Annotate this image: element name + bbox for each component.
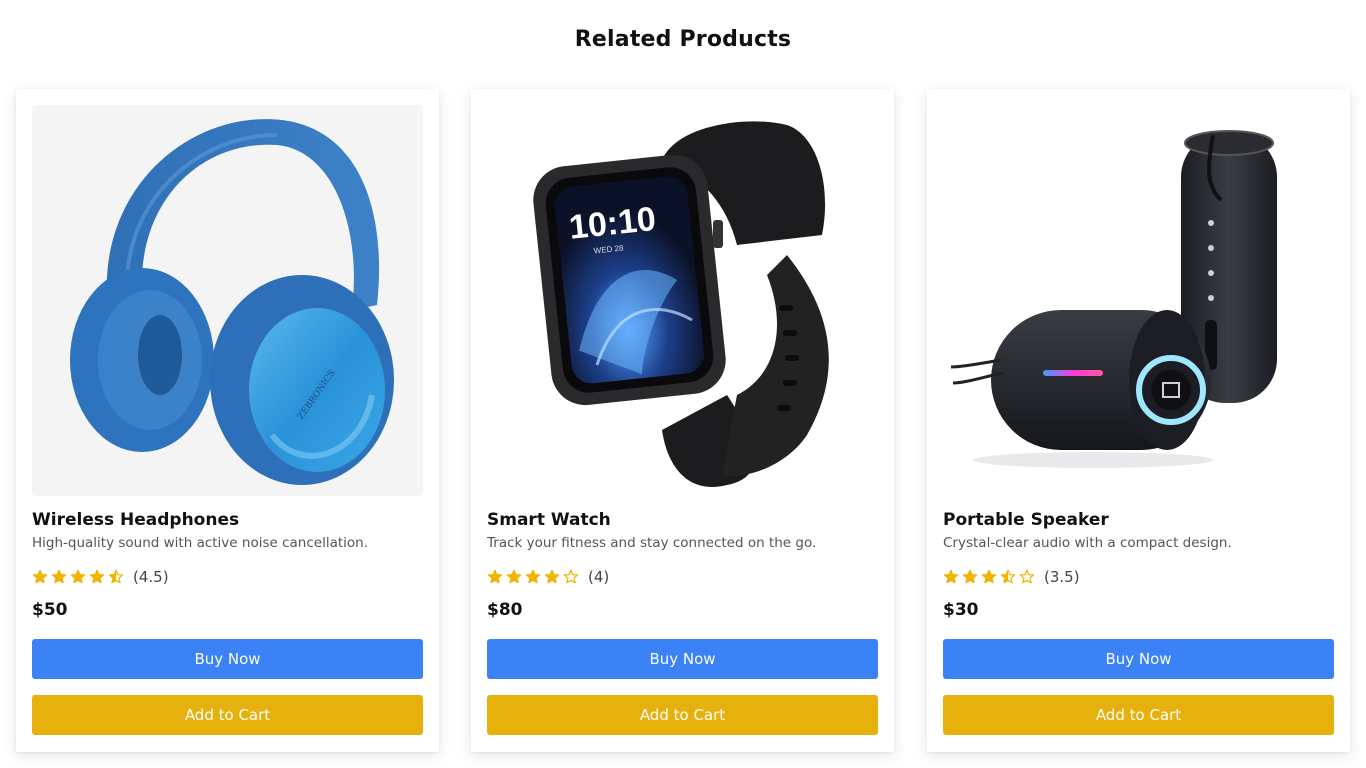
star-filled-icon <box>506 569 522 584</box>
star-half-icon <box>108 569 124 584</box>
rating-value: (4.5) <box>133 568 169 586</box>
product-rating: (4.5) <box>32 567 423 587</box>
star-filled-icon <box>525 569 541 584</box>
rating-stars <box>943 569 1038 585</box>
star-filled-icon <box>943 569 959 584</box>
add-to-cart-button[interactable]: Add to Cart <box>943 695 1334 735</box>
portable-speaker-image <box>943 105 1334 496</box>
product-card: 10:10 WED 28 Smart Watch Track your fitn… <box>471 89 894 752</box>
headphones-image: ZEBRONICS <box>32 105 423 496</box>
product-image-portable-speaker[interactable] <box>943 105 1334 496</box>
add-to-cart-button[interactable]: Add to Cart <box>32 695 423 735</box>
star-filled-icon <box>962 569 978 584</box>
product-price: $50 <box>32 600 68 620</box>
star-empty-icon <box>563 569 579 584</box>
product-name[interactable]: Portable Speaker <box>943 510 1334 532</box>
product-description: Crystal-clear audio with a compact desig… <box>943 535 1232 551</box>
star-filled-icon <box>487 569 503 584</box>
star-empty-icon <box>1019 569 1035 584</box>
rating-value: (3.5) <box>1044 568 1080 586</box>
product-name[interactable]: Wireless Headphones <box>32 510 423 532</box>
product-name[interactable]: Smart Watch <box>487 510 878 532</box>
buy-now-button[interactable]: Buy Now <box>943 639 1334 679</box>
product-card: Portable Speaker Crystal-clear audio wit… <box>927 89 1350 752</box>
section-title: Related Products <box>574 27 792 52</box>
buy-now-button[interactable]: Buy Now <box>487 639 878 679</box>
smart-watch-image: 10:10 WED 28 <box>487 105 878 496</box>
product-description: Track your fitness and stay connected on… <box>487 535 817 551</box>
star-filled-icon <box>51 569 67 584</box>
rating-value: (4) <box>588 568 610 586</box>
star-filled-icon <box>89 569 105 584</box>
star-half-icon <box>1000 569 1016 584</box>
product-price: $80 <box>487 600 523 620</box>
product-card: ZEBRONICS Wireless Headphones High-quali… <box>16 89 439 752</box>
star-filled-icon <box>70 569 86 584</box>
product-image-headphones[interactable]: ZEBRONICS <box>32 105 423 496</box>
rating-stars <box>487 569 582 585</box>
buy-now-button[interactable]: Buy Now <box>32 639 423 679</box>
product-rating: (4) <box>487 567 878 587</box>
product-description: High-quality sound with active noise can… <box>32 535 368 551</box>
star-filled-icon <box>981 569 997 584</box>
star-filled-icon <box>32 569 48 584</box>
product-image-smart-watch[interactable]: 10:10 WED 28 <box>487 105 878 496</box>
add-to-cart-button[interactable]: Add to Cart <box>487 695 878 735</box>
product-rating: (3.5) <box>943 567 1334 587</box>
star-filled-icon <box>544 569 560 584</box>
product-price: $30 <box>943 600 979 620</box>
rating-stars <box>32 569 127 585</box>
